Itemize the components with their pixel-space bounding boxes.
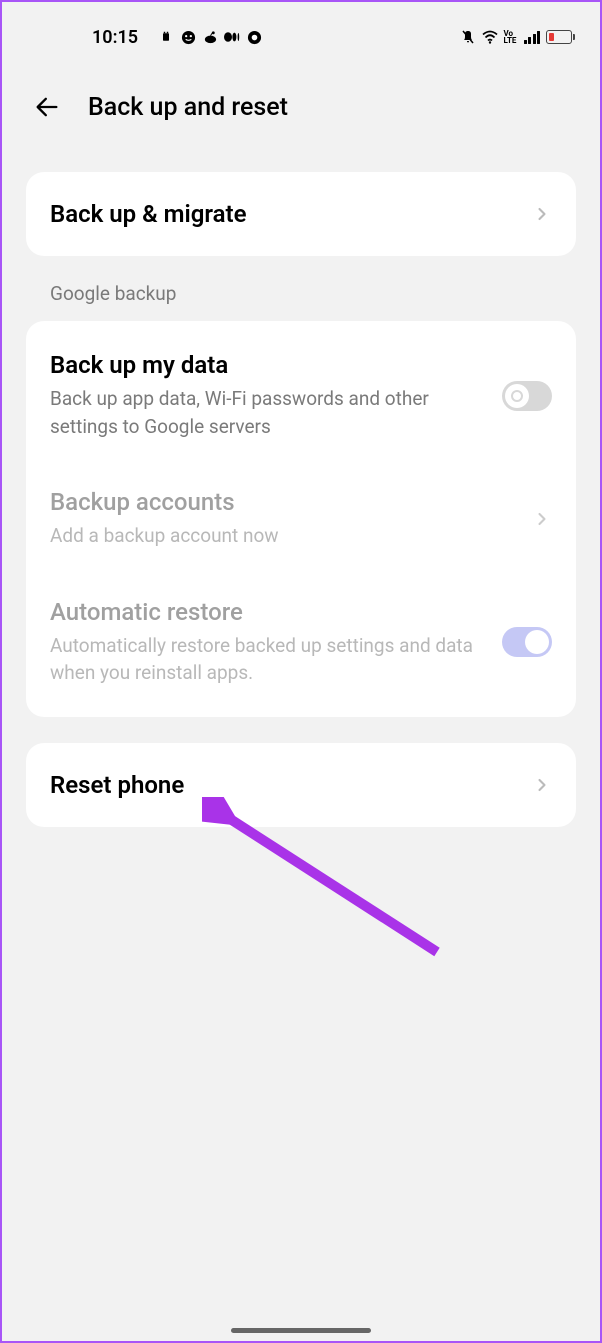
battery-fill <box>549 33 554 41</box>
circle-icon <box>246 29 262 45</box>
backup-migrate-row[interactable]: Back up & migrate <box>26 172 576 256</box>
automatic-restore-toggle[interactable] <box>502 627 552 657</box>
chevron-right-icon <box>532 509 552 529</box>
automatic-restore-subtitle: Automatically restore backed up settings… <box>50 632 502 687</box>
wifi-icon <box>482 29 498 45</box>
backup-migrate-card: Back up & migrate <box>26 172 576 256</box>
signal-icon <box>524 30 541 44</box>
backup-accounts-subtitle: Add a backup account now <box>50 522 532 550</box>
mute-icon <box>460 29 476 45</box>
reset-phone-title: Reset phone <box>50 771 532 799</box>
backup-my-data-subtitle: Back up app data, Wi-Fi passwords and ot… <box>50 385 502 440</box>
reset-phone-card: Reset phone <box>26 743 576 827</box>
google-backup-card: Back up my data Back up app data, Wi-Fi … <box>26 321 576 717</box>
back-button[interactable] <box>32 92 62 122</box>
backup-accounts-title: Backup accounts <box>50 488 532 516</box>
backup-migrate-title: Back up & migrate <box>50 200 532 228</box>
status-bar: 10:15 VoLTE <box>2 2 600 62</box>
reset-phone-row[interactable]: Reset phone <box>26 743 576 827</box>
google-backup-label: Google backup <box>26 282 576 321</box>
arrow-left-icon <box>33 93 61 121</box>
page-header: Back up and reset <box>2 62 600 142</box>
volte-icon: VoLTE <box>504 30 518 44</box>
chevron-right-icon <box>532 204 552 224</box>
plug-icon <box>158 29 174 45</box>
backup-my-data-row[interactable]: Back up my data Back up app data, Wi-Fi … <box>26 321 576 464</box>
status-bar-right: VoLTE <box>460 29 573 45</box>
backup-my-data-title: Back up my data <box>50 351 502 379</box>
backup-accounts-row[interactable]: Backup accounts Add a backup account now <box>26 464 576 574</box>
status-bar-left: 10:15 <box>92 27 262 48</box>
automatic-restore-row[interactable]: Automatic restore Automatically restore … <box>26 574 576 717</box>
medium-icon <box>224 29 240 45</box>
status-icons-left <box>158 29 262 45</box>
face-icon <box>180 29 196 45</box>
content-area: Back up & migrate Google backup Back up … <box>2 142 600 827</box>
automatic-restore-title: Automatic restore <box>50 598 502 626</box>
status-time: 10:15 <box>92 27 138 48</box>
reddit-icon <box>202 29 218 45</box>
page-title: Back up and reset <box>88 93 288 122</box>
chevron-right-icon <box>532 775 552 795</box>
home-indicator[interactable] <box>231 1328 371 1333</box>
backup-my-data-toggle[interactable] <box>502 381 552 411</box>
battery-icon <box>546 30 572 44</box>
